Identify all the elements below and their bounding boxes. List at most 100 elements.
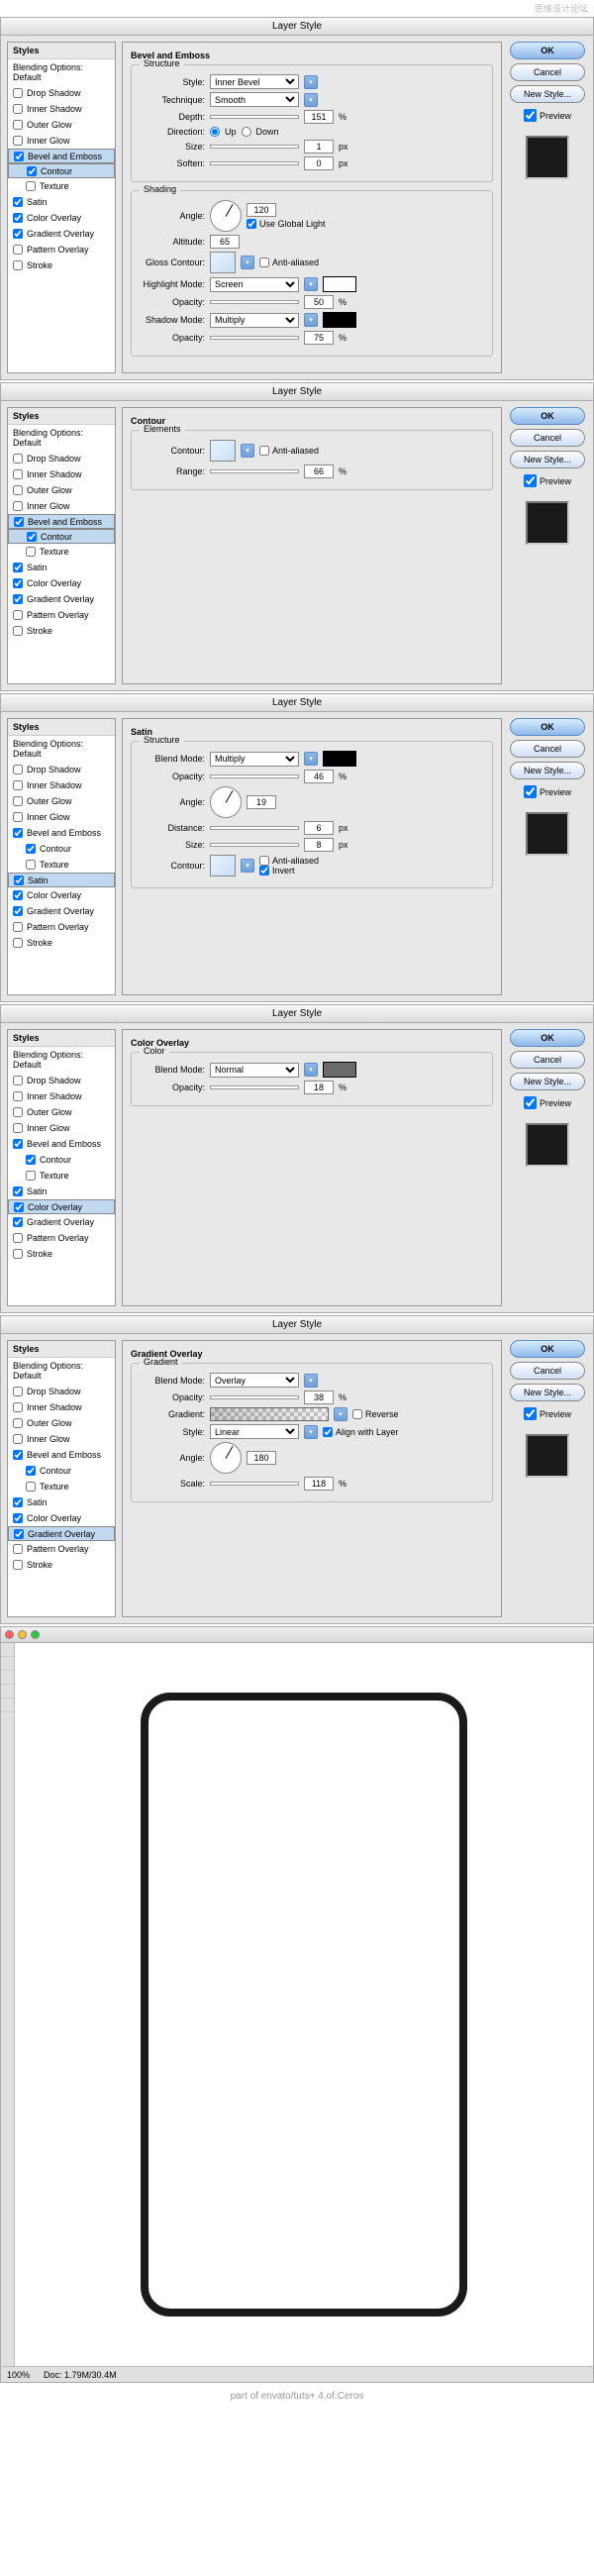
new-style-button[interactable]: New Style... [510,1384,585,1401]
sidebar-texture[interactable]: Texture [8,1479,115,1494]
sidebar-inner-shadow[interactable]: Inner Shadow [8,1399,115,1415]
checkbox[interactable] [13,1186,23,1196]
overlay-color-swatch[interactable] [323,1062,356,1078]
sidebar-blending[interactable]: Blending Options: Default [8,1358,115,1384]
blend-mode-select[interactable]: Multiply [210,752,299,767]
satin-color-swatch[interactable] [323,751,356,767]
dropdown-arrow-icon[interactable]: ▾ [304,752,318,766]
sidebar-drop-shadow[interactable]: Drop Shadow [8,451,115,466]
close-icon[interactable] [5,1630,14,1639]
sidebar-bevel-emboss[interactable]: Bevel and Emboss [8,514,115,529]
dialog-title[interactable]: Layer Style [1,383,593,401]
sidebar-texture[interactable]: Texture [8,1168,115,1184]
checkbox[interactable] [14,876,24,885]
minimize-icon[interactable] [18,1630,27,1639]
checkbox[interactable] [13,120,23,130]
ok-button[interactable]: OK [510,407,585,425]
angle-dial[interactable] [210,1442,242,1474]
size-input[interactable] [304,838,334,852]
size-slider[interactable] [210,145,299,149]
shadow-color-swatch[interactable] [323,312,356,328]
sidebar-blending[interactable]: Blending Options: Default [8,425,115,451]
zoom-value[interactable]: 100% [7,2370,30,2380]
sidebar-outer-glow[interactable]: Outer Glow [8,793,115,809]
checkbox[interactable] [13,1139,23,1149]
range-input[interactable] [304,464,334,478]
direction-down-radio[interactable] [242,127,251,137]
dropdown-arrow-icon[interactable]: ▾ [241,256,254,269]
checkbox[interactable] [13,594,23,604]
checkbox[interactable] [13,796,23,806]
angle-input[interactable] [247,203,276,217]
sidebar-contour[interactable]: Contour [8,1463,115,1479]
sidebar-inner-glow[interactable]: Inner Glow [8,498,115,514]
sidebar-inner-shadow[interactable]: Inner Shadow [8,101,115,117]
new-style-button[interactable]: New Style... [510,762,585,779]
dropdown-arrow-icon[interactable]: ▾ [304,1374,318,1388]
preview-checkbox[interactable] [524,109,537,122]
sidebar-satin[interactable]: Satin [8,1494,115,1510]
dropdown-arrow-icon[interactable]: ▾ [334,1407,347,1421]
angle-dial[interactable] [210,200,242,232]
checkbox[interactable] [13,578,23,588]
checkbox[interactable] [26,1482,36,1492]
checkbox[interactable] [13,454,23,464]
sidebar-color-overlay[interactable]: Color Overlay [8,210,115,226]
checkbox[interactable] [13,104,23,114]
blend-mode-select[interactable]: Normal [210,1063,299,1078]
sidebar-gradient-overlay[interactable]: Gradient Overlay [8,1214,115,1230]
sidebar-inner-shadow[interactable]: Inner Shadow [8,466,115,482]
sidebar-bevel-emboss[interactable]: Bevel and Emboss [8,1136,115,1152]
checkbox[interactable] [14,1202,24,1212]
checkbox[interactable] [14,517,24,527]
sidebar-color-overlay[interactable]: Color Overlay [8,887,115,903]
checkbox[interactable] [13,938,23,948]
cancel-button[interactable]: Cancel [510,1362,585,1380]
sidebar-pattern-overlay[interactable]: Pattern Overlay [8,242,115,258]
checkbox[interactable] [13,213,23,223]
highlight-color-swatch[interactable] [323,276,356,292]
checkbox[interactable] [13,812,23,822]
dropdown-arrow-icon[interactable]: ▾ [304,1425,318,1439]
opacity-slider[interactable] [210,1085,299,1089]
highlight-mode-select[interactable]: Screen [210,277,299,292]
size-slider[interactable] [210,843,299,847]
sidebar-satin[interactable]: Satin [8,194,115,210]
preview-checkbox[interactable] [524,785,537,798]
checkbox[interactable] [13,626,23,636]
checkbox[interactable] [13,136,23,146]
gloss-contour-thumb[interactable] [210,252,236,273]
dropdown-arrow-icon[interactable]: ▾ [304,75,318,89]
dropdown-arrow-icon[interactable]: ▾ [241,859,254,873]
angle-input[interactable] [247,795,276,809]
highlight-opacity-slider[interactable] [210,300,299,304]
opacity-input[interactable] [304,1391,334,1404]
sidebar-contour[interactable]: Contour [8,841,115,857]
global-light-checkbox[interactable] [247,219,256,229]
sidebar-stroke[interactable]: Stroke [8,1246,115,1262]
checkbox[interactable] [13,1123,23,1133]
anti-aliased-checkbox[interactable] [259,258,269,267]
sidebar-texture[interactable]: Texture [8,178,115,194]
preview-checkbox[interactable] [524,1096,537,1109]
cancel-button[interactable]: Cancel [510,1051,585,1069]
sidebar-stroke[interactable]: Stroke [8,623,115,639]
sidebar-gradient-overlay[interactable]: Gradient Overlay [8,591,115,607]
sidebar-pattern-overlay[interactable]: Pattern Overlay [8,919,115,935]
checkbox[interactable] [13,1450,23,1460]
anti-aliased-checkbox[interactable] [259,856,269,866]
checkbox[interactable] [13,765,23,774]
canvas-titlebar[interactable] [1,1627,593,1643]
angle-input[interactable] [247,1451,276,1465]
sidebar-inner-glow[interactable]: Inner Glow [8,1431,115,1447]
technique-select[interactable]: Smooth [210,92,299,107]
checkbox[interactable] [13,1076,23,1085]
checkbox[interactable] [26,860,36,870]
shadow-opacity-slider[interactable] [210,336,299,340]
checkbox[interactable] [13,1217,23,1227]
ok-button[interactable]: OK [510,1029,585,1047]
checkbox[interactable] [26,547,36,557]
opacity-input[interactable] [304,770,334,783]
sidebar-blending[interactable]: Blending Options: Default [8,59,115,85]
canvas-artboard[interactable] [15,1643,593,2366]
